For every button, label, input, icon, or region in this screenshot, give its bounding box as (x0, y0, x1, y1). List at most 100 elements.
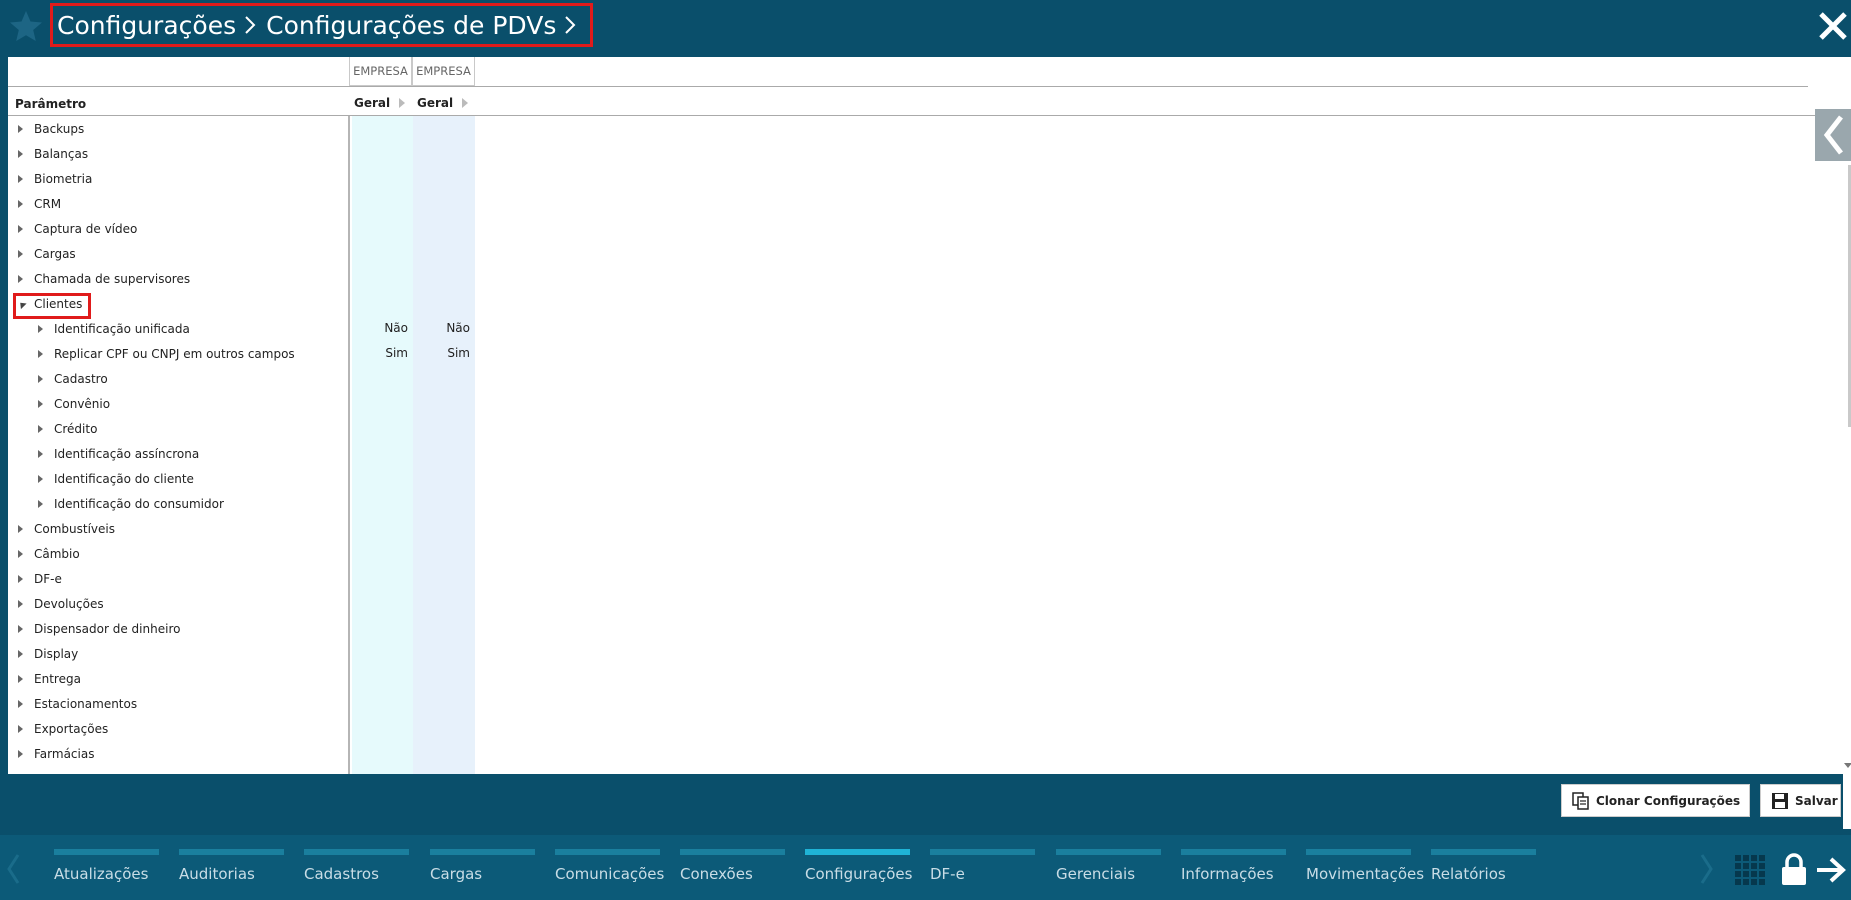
chevron-left-icon (1823, 115, 1843, 155)
expand-arrow-icon[interactable] (18, 725, 23, 733)
expand-arrow-icon[interactable] (18, 525, 23, 533)
cell-value[interactable]: Sim (413, 346, 470, 360)
close-icon[interactable] (1817, 10, 1849, 42)
expand-arrow-icon[interactable] (18, 600, 23, 608)
expand-arrow-icon[interactable] (38, 350, 43, 358)
expand-arrow-icon[interactable] (18, 275, 23, 283)
column-header-geral[interactable]: Geral (354, 96, 406, 110)
cell-value[interactable]: Sim (352, 346, 408, 360)
collapse-panel-tab[interactable] (1815, 109, 1851, 161)
column-group-empresa: EMPRESA (349, 57, 412, 86)
nav-item[interactable]: Gerenciais (1056, 849, 1161, 883)
scroll-down-icon[interactable] (1844, 763, 1851, 768)
top-bar: Configurações Configurações de PDVs (0, 0, 1851, 57)
tree-row[interactable]: DF-e (8, 567, 1808, 592)
lock-icon[interactable] (1780, 852, 1808, 886)
expand-arrow-icon[interactable] (18, 550, 23, 558)
expand-arrow-icon[interactable] (18, 225, 23, 233)
parameter-column-header: Parâmetro (15, 97, 87, 111)
tree-row[interactable]: Backups (8, 117, 1808, 142)
save-button[interactable]: Salvar (1760, 784, 1841, 817)
expand-arrow-icon[interactable] (38, 425, 43, 433)
expand-column-icon[interactable] (399, 98, 406, 108)
expand-arrow-icon[interactable] (18, 675, 23, 683)
nav-item[interactable]: Comunicações (555, 849, 664, 883)
expand-arrow-icon[interactable] (38, 375, 43, 383)
tree-row[interactable]: Identificação do cliente (8, 467, 1808, 492)
nav-item[interactable]: Movimentações (1306, 849, 1424, 883)
tree-row[interactable]: Entrega (8, 667, 1808, 692)
tree-row[interactable]: Convênio (8, 392, 1808, 417)
nav-item[interactable]: Cadastros (304, 849, 409, 883)
tree-row[interactable]: Câmbio (8, 542, 1808, 567)
tree-row-label: CRM (34, 197, 62, 211)
expand-arrow-icon[interactable] (18, 200, 23, 208)
expand-arrow-icon[interactable] (18, 575, 23, 583)
nav-scroll-right-icon[interactable] (1700, 853, 1714, 885)
tree-row[interactable]: Cadastro (8, 367, 1808, 392)
tree-row[interactable]: Farmácias (8, 742, 1808, 767)
tree-row[interactable]: Identificação assíncrona (8, 442, 1808, 467)
nav-item[interactable]: Conexões (680, 849, 785, 883)
expand-arrow-icon[interactable] (18, 250, 23, 258)
tree-row[interactable]: Clientes (8, 292, 1808, 317)
tree-row[interactable]: Crédito (8, 417, 1808, 442)
column-header-geral[interactable]: Geral (417, 96, 469, 110)
nav-item[interactable]: Informações (1181, 849, 1286, 883)
nav-item[interactable]: Cargas (430, 849, 535, 883)
exit-arrow-icon[interactable] (1815, 855, 1847, 885)
tree-row[interactable]: CRM (8, 192, 1808, 217)
tree-row[interactable]: Exportações (8, 717, 1808, 742)
expand-arrow-icon[interactable] (18, 175, 23, 183)
tree-row[interactable]: Replicar CPF ou CNPJ em outros campos Sim… (8, 342, 1808, 367)
nav-item[interactable]: Configurações (805, 849, 912, 883)
tree-row[interactable]: Cargas (8, 242, 1808, 267)
parameters-panel: EMPRESA EMPRESA Parâmetro Geral Geral Ba… (8, 57, 1851, 829)
expand-column-icon[interactable] (462, 98, 469, 108)
cell-value[interactable]: Não (413, 321, 470, 335)
breadcrumb-item-configuracoes[interactable]: Configurações (57, 11, 236, 40)
expand-arrow-icon[interactable] (38, 500, 43, 508)
nav-item[interactable]: DF-e (930, 849, 1035, 883)
tree-row-label: Cadastro (54, 372, 108, 386)
expand-arrow-icon[interactable] (38, 450, 43, 458)
tree-row[interactable]: Chamada de supervisores (8, 267, 1808, 292)
expand-arrow-icon[interactable] (18, 750, 23, 758)
expand-arrow-icon[interactable] (18, 150, 23, 158)
tree-row[interactable]: Identificação unificada Não Não (8, 317, 1808, 342)
floppy-disk-icon (1772, 792, 1788, 809)
nav-scroll-left-icon[interactable] (6, 853, 20, 885)
nav-item[interactable]: Auditorias (179, 849, 284, 883)
clone-settings-button[interactable]: Clonar Configurações (1561, 784, 1750, 817)
tree-row-label: Exportações (34, 722, 109, 736)
expand-arrow-icon[interactable] (18, 625, 23, 633)
tree-row[interactable]: Dispensador de dinheiro (8, 617, 1808, 642)
favorite-star-icon[interactable] (8, 8, 44, 44)
nav-item-indicator (680, 849, 785, 855)
tree-row[interactable]: Balanças (8, 142, 1808, 167)
tree-row[interactable]: Combustíveis (8, 517, 1808, 542)
expand-arrow-icon[interactable] (18, 125, 23, 133)
breadcrumb: Configurações Configurações de PDVs (50, 3, 594, 47)
expand-arrow-icon[interactable] (18, 700, 23, 708)
breadcrumb-item-configuracoes-pdvs[interactable]: Configurações de PDVs (266, 11, 556, 40)
divider (8, 86, 1808, 87)
tree-row[interactable]: Display (8, 642, 1808, 667)
expand-arrow-icon[interactable] (38, 325, 43, 333)
expand-arrow-icon[interactable] (18, 650, 23, 658)
tree-row[interactable]: Devoluções (8, 592, 1808, 617)
tree-row[interactable]: Biometria (8, 167, 1808, 192)
nav-item-indicator (430, 849, 535, 855)
tree-row[interactable]: Estacionamentos (8, 692, 1808, 717)
nav-item[interactable]: Relatórios (1431, 849, 1536, 883)
tree-row-label: Cargas (34, 247, 76, 261)
expand-arrow-icon[interactable] (38, 475, 43, 483)
tree-row[interactable]: Identificação do consumidor (8, 492, 1808, 517)
tree-row-label: Backups (34, 122, 85, 136)
cell-value[interactable]: Não (352, 321, 408, 335)
nav-item[interactable]: Atualizações (54, 849, 159, 883)
expand-arrow-icon[interactable] (38, 400, 43, 408)
tree-row[interactable]: Captura de vídeo (8, 217, 1808, 242)
chevron-right-icon[interactable] (564, 15, 576, 35)
apps-grid-icon[interactable] (1735, 855, 1765, 885)
